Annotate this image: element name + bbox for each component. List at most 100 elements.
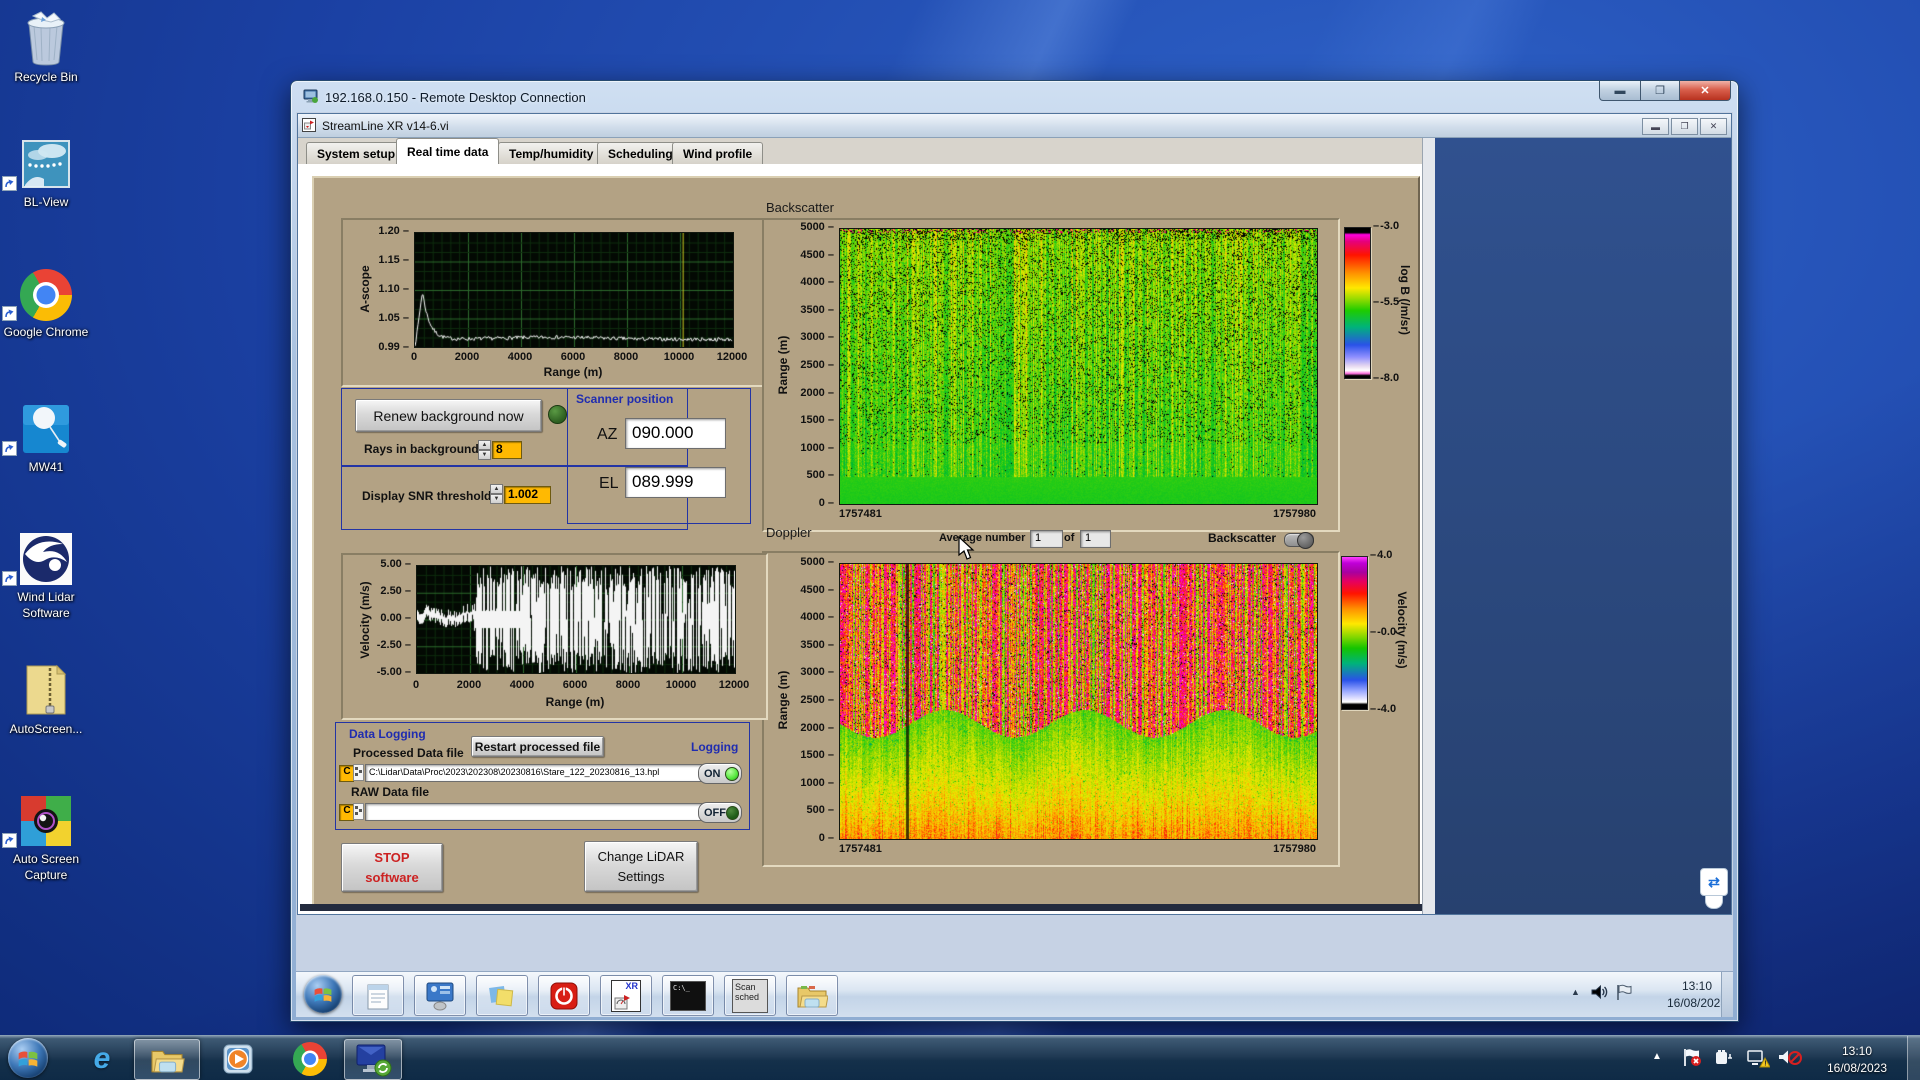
rays-value-field[interactable]: 8 [492,441,522,459]
velocity-xtick: 0 [394,679,438,691]
remote-tray-volume-icon[interactable] [1591,984,1609,1005]
teamviewer-panel-tab[interactable]: ⇄ [1700,868,1730,910]
desktop-icon-auto-screen-capture[interactable]: Auto Screen Capture [2,790,90,883]
host-taskbar-media-player[interactable] [214,1039,262,1078]
velocity-plot[interactable] [416,565,736,674]
snr-value-field[interactable]: 1.002 [504,486,551,504]
path-type-icon [353,803,364,825]
desktop-icon-wind-lidar[interactable]: Wind Lidar Software [2,528,90,621]
rays-spinner[interactable]: ▲▼ [478,440,491,460]
app-minimize-button[interactable]: ▬ [1642,118,1669,135]
az-value-field[interactable]: 090.000 [625,418,726,449]
panel-right-filler [1435,138,1731,914]
minimize-button[interactable]: ▬ [1599,81,1641,101]
doppler-ytick: 3500 [800,640,834,651]
desktop-icon-label: Auto Screen Capture [2,852,90,883]
desktop-icon-autoscreen-zip[interactable]: AutoScreen... [2,660,90,738]
backscatter-colorbar [1344,227,1371,379]
raw-drive-selector[interactable]: C [339,804,354,821]
remote-taskbar-sticky-notes[interactable] [476,975,528,1016]
wmp-icon [221,1042,255,1076]
tab-scheduling[interactable]: Scheduling [597,142,684,164]
desktop-icon-mw41[interactable]: MW41 [2,398,90,476]
restart-processed-file-button[interactable]: Restart processed file [471,736,604,757]
change-lidar-settings-button[interactable]: Change LiDAR Settings [584,841,698,892]
stop-line1: STOP [374,848,409,868]
remote-taskbar-notepad[interactable] [352,975,404,1016]
backscatter-x-right: 1757980 [1273,508,1316,520]
host-start-button[interactable] [8,1038,48,1078]
doppler-ytick: 3000 [800,667,834,678]
app-close-button[interactable]: ✕ [1700,118,1727,135]
host-tray-network-icon[interactable]: ! [1746,1048,1770,1073]
app-title: StreamLine XR v14-6.vi [302,117,449,135]
average-number-field[interactable]: 1 [1030,530,1063,548]
host-tray-expand-icon[interactable]: ▲ [1652,1051,1662,1062]
app-titlebar[interactable]: StreamLine XR v14-6.vi ▬ ❐ ✕ [298,114,1731,138]
remote-taskbar-explorer[interactable] [786,975,838,1016]
remote-taskbar-command-prompt[interactable]: C:\_ [662,975,714,1016]
host-show-desktop-button[interactable] [1907,1036,1920,1080]
maximize-button[interactable]: ❐ [1641,81,1680,101]
backscatter-ylabel: Range (m) [776,330,790,400]
host-tray-volume-muted-icon[interactable] [1778,1048,1802,1073]
backscatter-colorbar-label: log B (/m/sr) [1398,255,1412,345]
remote-taskbar-scan-scheduler[interactable]: Scan sched [724,975,776,1016]
on-led [725,767,739,781]
backscatter-colorbar-tick: -8.0 [1373,372,1407,384]
host-taskbar-chrome[interactable] [286,1039,334,1078]
renew-background-button[interactable]: Renew background now [355,399,542,432]
remote-start-button[interactable] [304,975,342,1013]
host-taskbar-explorer[interactable] [134,1039,200,1080]
tab-wind-profile[interactable]: Wind profile [672,142,763,164]
desktop-icon-google-chrome[interactable]: Google Chrome [2,263,90,341]
doppler-ytick: 1500 [800,750,834,761]
rdp-client-area: StreamLine XR v14-6.vi ▬ ❐ ✕ System setu… [296,112,1733,1017]
tab-real-time-data[interactable]: Real time data [396,138,499,164]
remote-tray-expand-icon[interactable]: ▲ [1571,987,1580,997]
processed-drive-selector[interactable]: C [339,765,354,782]
host-taskbar-internet-explorer[interactable]: e [78,1039,126,1078]
close-button[interactable]: ✕ [1680,81,1731,101]
host-taskbar-remote-desktop[interactable] [344,1039,402,1080]
stop-line2: software [365,868,418,888]
ascope-plot[interactable] [414,232,734,348]
remote-taskbar-power[interactable] [538,975,590,1016]
stop-software-button[interactable]: STOP software [341,843,443,892]
tab-system-setup[interactable]: System setup [306,142,406,164]
snr-spinner[interactable]: ▲▼ [490,484,503,504]
shortcut-arrow-icon [2,306,17,321]
host-time: 13:10 [1812,1043,1902,1060]
doppler-heatmap[interactable] [839,563,1318,840]
svg-text:!: ! [1764,1061,1766,1068]
shortcut-arrow-icon [2,833,17,848]
raw-data-file-path[interactable] [365,803,721,821]
host-tray-power-icon[interactable] [1714,1048,1736,1072]
velocity-xlabel: Range (m) [416,695,734,709]
backscatter-toggle-switch[interactable] [1284,533,1314,547]
remote-taskbar-labview-xr[interactable]: XR [600,975,652,1016]
desktop-icon-bl-view[interactable]: BL-View [2,133,90,211]
raw-logging-off-button[interactable]: OFF [698,802,742,823]
remote-taskbar-system-panel[interactable] [414,975,466,1016]
remote-tray-flag-icon[interactable] [1616,984,1632,1006]
el-value-field[interactable]: 089.999 [625,467,726,498]
scanner-position-box: Scanner position AZ 090.000 EL 089.999 [567,388,751,524]
rdp-titlebar[interactable]: 192.168.0.150 - Remote Desktop Connectio… [303,87,586,107]
average-of-field[interactable]: 1 [1080,530,1111,548]
host-tray-action-center-icon[interactable] [1682,1048,1702,1072]
ascope-graph-frame: A-scope 1.201.151.101.050.99 02000400060… [341,218,768,387]
host-tray-clock[interactable]: 13:10 16/08/2023 [1812,1043,1902,1078]
desktop-icon-recycle-bin[interactable]: Recycle Bin [2,8,90,86]
doppler-ylabel: Range (m) [776,665,790,735]
app-restore-button[interactable]: ❐ [1671,118,1698,135]
processed-logging-on-button[interactable]: ON [698,763,742,784]
rdp-icon [303,88,319,107]
ascope-xtick: 4000 [498,351,542,363]
backscatter-heatmap[interactable] [839,228,1318,505]
desktop-icon-label: BL-View [2,195,90,211]
processed-data-file-path[interactable]: C:\Lidar\Data\Proc\2023\202308\20230816\… [365,764,721,782]
bl-view-icon [2,133,90,191]
tab-temp-humidity[interactable]: Temp/humidity [498,142,604,164]
remote-show-desktop-button[interactable] [1721,972,1733,1017]
